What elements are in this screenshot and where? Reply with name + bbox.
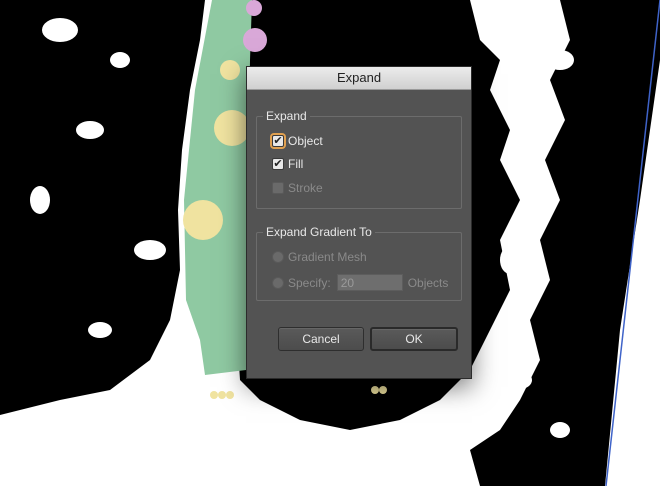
object-label: Object [288, 134, 323, 148]
gradient-mesh-label: Gradient Mesh [288, 250, 367, 264]
checkmark-icon: ✔ [273, 135, 283, 147]
expand-dialog: Expand Expand ✔ Object ✔ Fill Stroke Exp… [246, 66, 472, 379]
checkmark-icon: ✔ [273, 158, 283, 170]
ok-button[interactable]: OK [370, 327, 458, 351]
fill-checkbox[interactable]: ✔ [272, 158, 284, 170]
specify-label: Specify: [288, 275, 331, 290]
object-checkbox-row[interactable]: ✔ Object [272, 134, 323, 148]
gradient-group-legend: Expand Gradient To [266, 225, 372, 239]
fill-label: Fill [288, 157, 304, 171]
specify-radio [272, 276, 284, 289]
dialog-title: Expand [247, 67, 471, 90]
stroke-checkbox-row: Stroke [272, 181, 323, 195]
gradient-mesh-radio-row: Gradient Mesh [272, 250, 367, 264]
expand-group-legend: Expand [266, 109, 307, 123]
specify-objects-input [336, 274, 403, 291]
stroke-label: Stroke [288, 181, 323, 195]
cancel-button[interactable]: Cancel [278, 327, 364, 351]
stroke-checkbox [272, 182, 284, 194]
object-checkbox[interactable]: ✔ [272, 135, 284, 147]
objects-suffix-label: Objects [407, 275, 449, 290]
gradient-mesh-radio [272, 251, 284, 263]
specify-radio-row: Specify: Objects [272, 274, 448, 291]
fill-checkbox-row[interactable]: ✔ Fill [272, 157, 303, 171]
